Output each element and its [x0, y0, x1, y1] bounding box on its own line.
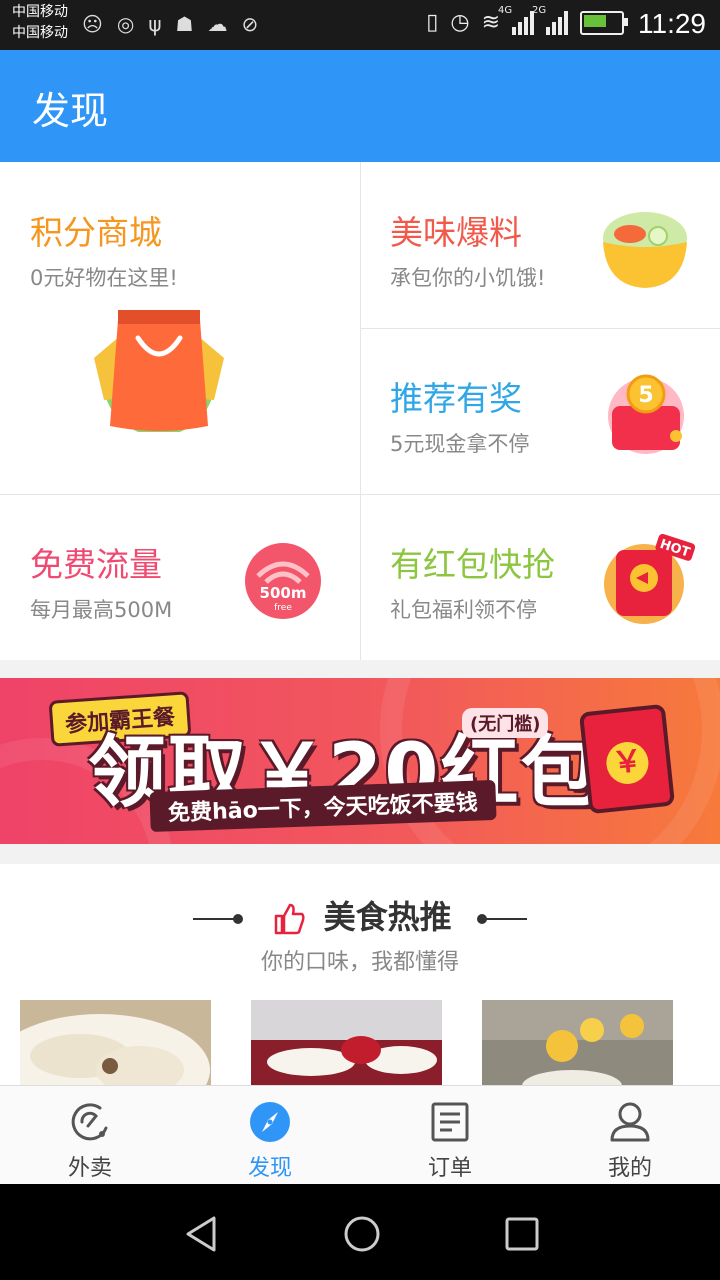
divider [193, 914, 244, 924]
signal-2g-icon: 2G [532, 5, 568, 35]
food-thumbnail[interactable] [482, 1000, 673, 1085]
carrier-1: 中国移动 [12, 4, 68, 20]
grid-item-free-data[interactable]: 免费流量 每月最高500M 500m free [0, 494, 360, 660]
system-icons: ▯ ◷ ≋ 4G 2G [426, 5, 628, 35]
app-header: 发现 [0, 50, 720, 162]
gift-coin-icon: 5 [608, 374, 684, 454]
grid-item-referral-reward[interactable]: 推荐有奖 5元现金拿不停 5 [360, 328, 720, 494]
badge-free: free [274, 603, 292, 613]
grid-item-subtitle: 每月最高500M [30, 598, 173, 622]
promo-banner[interactable]: 参加霸王餐 领取￥20红包 (无门槛) 免费hāo一下，今天吃饭不要钱 ￥ [0, 678, 720, 844]
compass-icon [250, 1102, 290, 1142]
order-list-icon [431, 1102, 469, 1142]
battery-level [584, 14, 606, 27]
sensor-icon: ◎ [116, 12, 135, 36]
emoji-icon: ☹ [82, 12, 103, 36]
grid-item-title: 有红包快抢 [390, 545, 555, 584]
grid-item-title: 积分商城 [30, 213, 162, 252]
android-icon: ☗ [175, 12, 194, 36]
tab-label: 发现 [247, 1156, 292, 1181]
grid-item-points-mall[interactable]: 积分商城 0元好物在这里! [0, 162, 360, 494]
tab-label: 我的 [607, 1156, 652, 1181]
svg-text:5: 5 [638, 383, 653, 408]
vibrate-icon: ▯ [426, 10, 439, 35]
grid-item-subtitle: 0元好物在这里! [30, 266, 178, 290]
wechat-icon: ☁ [207, 12, 228, 36]
red-packet-icon: HOT [604, 534, 696, 624]
grid-item-title: 美味爆料 [390, 213, 522, 252]
carrier-label: 中国移动 中国移动 [12, 2, 68, 44]
grid-item-subtitle: 5元现金拿不停 [390, 432, 530, 456]
tab-orders[interactable]: 订单 [360, 1086, 540, 1185]
network-type-2: 2G [532, 4, 547, 16]
grid-item-subtitle: 承包你的小饥饿! [390, 266, 546, 290]
back-icon[interactable] [182, 1214, 222, 1254]
wifi-data-icon: 500m free [245, 543, 321, 619]
battery-icon [580, 10, 628, 35]
section-title: 美食热推 [0, 892, 720, 938]
tab-label: 外卖 [67, 1156, 112, 1181]
grid-item-title: 推荐有奖 [390, 379, 522, 418]
recents-icon[interactable] [502, 1214, 542, 1254]
usb-icon: ψ [148, 12, 162, 36]
discover-grid: 积分商城 0元好物在这里! 美味爆料 承包你的小饥饿! 推荐有奖 5元现金拿不停 [0, 162, 720, 660]
section-title-text: 美食热推 [323, 898, 452, 936]
section-subtitle: 你的口味，我都懂得 [260, 950, 459, 975]
notification-icons: ☹ ◎ ψ ☗ ☁ ⊘ [82, 12, 258, 36]
alarm-icon: ◷ [450, 10, 470, 35]
status-bar: 中国移动 中国移动 ☹ ◎ ψ ☗ ☁ ⊘ ▯ ◷ ≋ 4G 2G 11:29 [0, 0, 720, 50]
cake-image [251, 1000, 442, 1085]
user-icon [610, 1102, 650, 1142]
divider [476, 914, 527, 924]
grid-item-red-packet[interactable]: 有红包快抢 礼包福利领不停 HOT [360, 494, 720, 660]
dumpling-image [20, 1000, 211, 1085]
coin-icon: ￥ [604, 739, 651, 787]
grid-item-subtitle: 礼包福利领不停 [390, 598, 537, 622]
food-thumbnail[interactable] [20, 1000, 211, 1085]
food-thumbnail[interactable] [251, 1000, 442, 1085]
shopping-bag-icon [94, 310, 224, 432]
tab-label: 订单 [427, 1156, 472, 1181]
network-type-1: 4G [498, 4, 513, 16]
system-nav-bar [0, 1184, 720, 1280]
takeout-icon [71, 1103, 108, 1141]
bottom-nav: 外卖 发现 订单 我的 [0, 1085, 720, 1185]
grid-item-food-tips[interactable]: 美味爆料 承包你的小饥饿! [360, 162, 720, 328]
blocked-icon: ⊘ [241, 12, 259, 36]
tab-discover[interactable]: 发现 [180, 1086, 360, 1185]
food-recommend-section: 美食热推 你的口味，我都懂得 [0, 864, 720, 1085]
grid-item-title: 免费流量 [30, 545, 162, 584]
tab-profile[interactable]: 我的 [540, 1086, 720, 1185]
home-icon[interactable] [342, 1214, 382, 1254]
thumbs-up-icon [275, 903, 305, 935]
red-envelope-icon: ￥ [578, 703, 676, 815]
badge-500m: 500m [260, 584, 307, 602]
signal-4g-icon: 4G [498, 5, 534, 35]
carrier-2: 中国移动 [12, 25, 68, 41]
clock: 11:29 [638, 8, 706, 39]
page-title: 发现 [32, 89, 109, 133]
tab-takeout[interactable]: 外卖 [0, 1086, 180, 1185]
food-bowl-icon [603, 212, 687, 288]
banner-tag: (无门槛) [462, 708, 549, 738]
flower-dessert-image [482, 1000, 673, 1085]
